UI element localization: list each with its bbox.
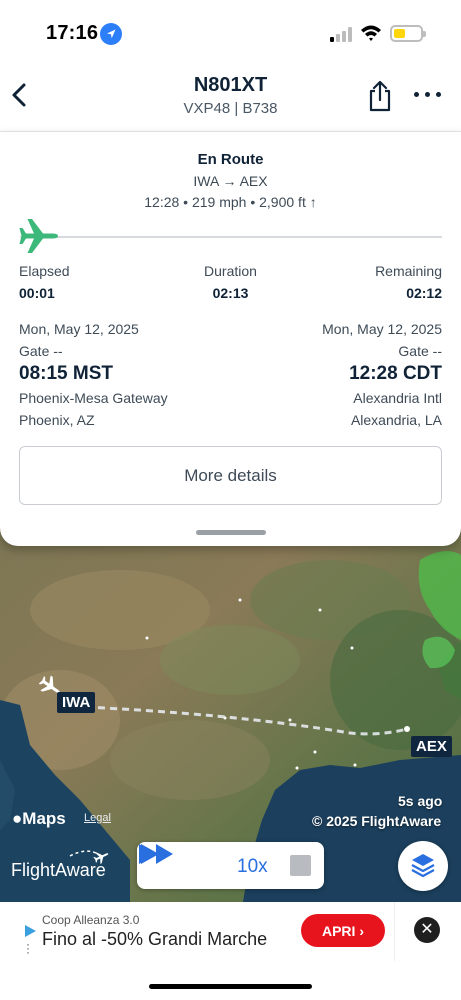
arrival-airport: Alexandria Intl [353, 390, 442, 406]
arrival-date: Mon, May 12, 2025 [322, 321, 442, 337]
layers-button[interactable] [398, 841, 448, 891]
ad-banner[interactable]: · · · Coop Alleanza 3.0 Fino al -50% Grand… [0, 902, 461, 961]
playback-speed[interactable]: 10x [237, 856, 268, 878]
arrival-city: Alexandria, LA [350, 412, 442, 428]
flight-stats: 12:28 • 219 mph • 2,900 ft ↑ [144, 194, 317, 210]
close-ad-icon[interactable]: ✕ [414, 917, 440, 943]
elapsed-label: Elapsed [19, 263, 70, 279]
apple-logo-icon: ● [12, 809, 23, 828]
airplane-progress-icon [19, 219, 58, 253]
legal-link[interactable]: Legal [84, 812, 111, 824]
arrival-gate: Gate -- [398, 343, 442, 359]
ad-headline: Fino al -50% Grandi Marche [42, 929, 268, 949]
progress-track [20, 236, 442, 238]
departure-airport: Phoenix-Mesa Gateway [19, 390, 168, 406]
more-details-button[interactable]: More details [19, 446, 442, 505]
home-indicator[interactable] [149, 984, 312, 989]
layers-icon [411, 854, 435, 878]
origin-airport-tag[interactable]: IWA [57, 692, 96, 713]
flight-summary-card: En Route IWA → AEX 12:28 • 219 mph • 2,9… [0, 132, 461, 546]
flight-route: IWA → AEX [193, 173, 268, 189]
flight-status: En Route [197, 151, 264, 168]
fast-forward-icon[interactable] [137, 842, 175, 866]
arrival-time: 12:28 CDT [349, 363, 442, 384]
ad-choices-icon[interactable] [23, 924, 37, 938]
sheet-drag-handle[interactable] [196, 530, 266, 535]
updated-timestamp: 5s ago [398, 793, 443, 809]
departure-time: 08:15 MST [19, 363, 113, 384]
departure-date: Mon, May 12, 2025 [19, 321, 139, 337]
home-indicator-area [0, 961, 461, 1000]
stop-icon[interactable] [290, 855, 311, 876]
duration-label: Duration [204, 263, 257, 279]
elapsed-value: 00:01 [19, 285, 55, 301]
ad-more-icon[interactable]: · · · [26, 938, 30, 958]
destination-airport-tag[interactable]: AEX [411, 736, 452, 757]
ad-brand: Coop Alleanza 3.0 [42, 913, 140, 927]
playback-controls: 10x [137, 842, 324, 889]
departure-gate: Gate -- [19, 343, 63, 359]
remaining-value: 02:12 [406, 285, 442, 301]
apple-maps-logo: ●Maps [12, 809, 66, 828]
duration-value: 02:13 [212, 285, 249, 301]
remaining-label: Remaining [375, 263, 442, 279]
ad-cta-button[interactable]: APRI › [301, 914, 385, 947]
map-copyright: © 2025 FlightAware [312, 813, 442, 829]
flightaware-logo: FlightAware [11, 860, 106, 880]
departure-city: Phoenix, AZ [19, 412, 95, 428]
